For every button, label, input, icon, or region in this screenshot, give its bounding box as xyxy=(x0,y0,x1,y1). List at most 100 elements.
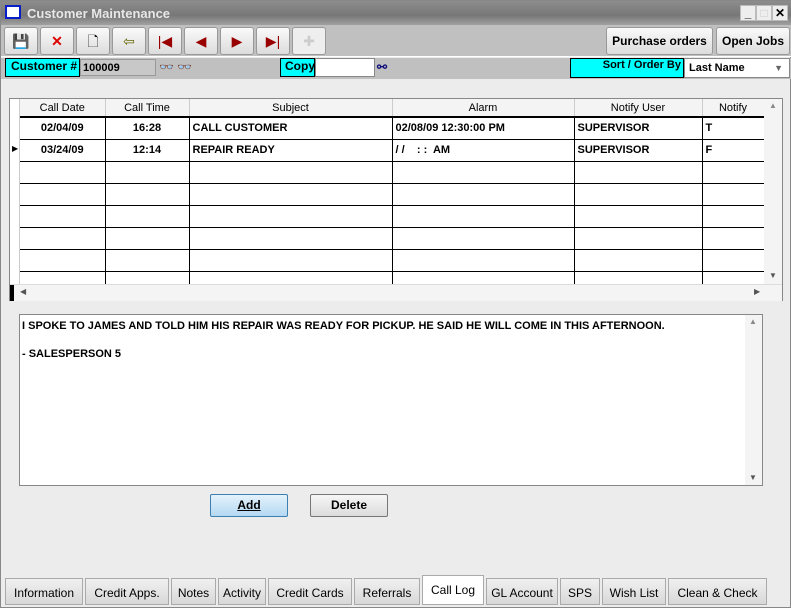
table-cell[interactable] xyxy=(574,227,703,250)
table-cell[interactable] xyxy=(189,183,393,206)
call-notes-textarea[interactable]: I SPOKE TO JAMES AND TOLD HIM HIS REPAIR… xyxy=(19,314,763,486)
table-cell[interactable] xyxy=(392,205,575,228)
scroll-down-icon[interactable]: ▼ xyxy=(769,271,777,280)
tab-information[interactable]: Information xyxy=(5,578,83,605)
table-cell[interactable] xyxy=(189,227,393,250)
tab-referrals[interactable]: Referrals xyxy=(354,578,420,605)
table-cell[interactable] xyxy=(574,205,703,228)
tab-wish-list[interactable]: Wish List xyxy=(602,578,666,605)
table-cell[interactable] xyxy=(189,161,393,184)
tab-call-log[interactable]: Call Log xyxy=(422,575,484,605)
table-cell[interactable]: 12:14 xyxy=(105,139,190,162)
scroll-up-icon[interactable]: ▲ xyxy=(749,317,757,326)
purchase-orders-button[interactable]: Purchase orders xyxy=(606,27,713,55)
scroll-up-icon[interactable]: ▲ xyxy=(769,101,777,110)
col-notify-user[interactable]: Notify User xyxy=(574,99,703,118)
table-cell[interactable] xyxy=(702,249,765,272)
table-row[interactable] xyxy=(20,183,765,206)
cancel-icon[interactable]: ✕ xyxy=(40,27,74,55)
tab-gl-account[interactable]: GL Account xyxy=(486,578,558,605)
table-cell[interactable] xyxy=(702,161,765,184)
table-cell[interactable] xyxy=(189,249,393,272)
exit-door-icon[interactable]: ⇦ xyxy=(112,27,146,55)
table-row[interactable] xyxy=(20,161,765,184)
table-cell[interactable] xyxy=(105,161,190,184)
table-cell[interactable] xyxy=(105,183,190,206)
first-record-icon[interactable]: |◀ xyxy=(148,27,182,55)
scroll-right-icon[interactable]: ▶ xyxy=(754,287,760,296)
table-cell[interactable] xyxy=(392,249,575,272)
tab-sps[interactable]: SPS xyxy=(560,578,600,605)
table-cell[interactable] xyxy=(574,249,703,272)
table-cell[interactable] xyxy=(105,249,190,272)
add-button[interactable]: Add xyxy=(210,494,288,517)
table-cell[interactable] xyxy=(20,161,106,184)
horizontal-scrollbar[interactable]: ◀ ▶ xyxy=(10,284,782,301)
copy-input[interactable] xyxy=(315,58,375,77)
table-cell[interactable] xyxy=(574,183,703,206)
table-cell[interactable]: 03/24/09 xyxy=(20,139,106,162)
previous-record-icon[interactable]: ◀ xyxy=(184,27,218,55)
minimize-button[interactable]: _ xyxy=(740,5,756,21)
table-cell[interactable]: SUPERVISOR xyxy=(574,139,703,162)
last-record-icon[interactable]: ▶| xyxy=(256,27,290,55)
table-cell[interactable] xyxy=(392,183,575,206)
table-cell[interactable] xyxy=(20,183,106,206)
table-cell[interactable]: 16:28 xyxy=(105,117,190,140)
col-notify[interactable]: Notify xyxy=(702,99,765,118)
open-jobs-button[interactable]: Open Jobs xyxy=(716,27,790,55)
add-record-icon[interactable]: ✚ xyxy=(292,27,326,55)
new-document-icon[interactable]: 🗋 xyxy=(76,27,110,55)
search-binoculars-icon[interactable]: 👓 xyxy=(159,60,174,74)
vertical-scrollbar[interactable]: ▲ ▼ xyxy=(764,99,782,284)
table-row[interactable]: 02/04/09 16:28 CALL CUSTOMER 02/08/09 12:30… xyxy=(20,117,765,140)
scroll-left-icon[interactable]: ◀ xyxy=(20,287,26,296)
table-cell[interactable]: / / : : AM xyxy=(392,139,575,162)
copy-search-binoculars-icon[interactable]: ⚯ xyxy=(377,60,387,74)
search-binoculars-icon-2[interactable]: 👓 xyxy=(177,60,192,74)
table-cell[interactable] xyxy=(702,205,765,228)
table-row[interactable] xyxy=(20,227,765,250)
table-cell[interactable]: CALL CUSTOMER xyxy=(189,117,393,140)
maximize-button[interactable]: □ xyxy=(756,5,772,21)
save-icon[interactable]: 💾 xyxy=(4,27,38,55)
table-row[interactable] xyxy=(20,249,765,272)
table-cell[interactable] xyxy=(702,227,765,250)
table-cell[interactable]: SUPERVISOR xyxy=(574,117,703,140)
table-row[interactable]: 03/24/09 12:14 REPAIR READY / / : : AM SUPER… xyxy=(20,139,765,162)
table-cell[interactable] xyxy=(20,227,106,250)
table-cell[interactable]: T xyxy=(702,117,765,140)
tab-credit-cards[interactable]: Credit Cards xyxy=(268,578,352,605)
customer-number-field[interactable]: 100009 xyxy=(80,59,156,76)
table-cell[interactable] xyxy=(189,205,393,228)
sort-label: Sort / Order By xyxy=(570,58,684,78)
col-alarm[interactable]: Alarm xyxy=(392,99,575,118)
scroll-down-icon[interactable]: ▼ xyxy=(749,473,757,482)
sort-order-dropdown[interactable]: Last Name ▼ xyxy=(684,58,790,78)
table-cell[interactable] xyxy=(392,227,575,250)
table-cell[interactable] xyxy=(20,249,106,272)
col-call-date[interactable]: Call Date xyxy=(20,99,106,118)
next-record-icon[interactable]: ▶ xyxy=(220,27,254,55)
col-call-time[interactable]: Call Time xyxy=(105,99,190,118)
table-cell[interactable] xyxy=(105,205,190,228)
table-cell[interactable]: F xyxy=(702,139,765,162)
table-cell[interactable] xyxy=(105,227,190,250)
table-cell[interactable] xyxy=(574,161,703,184)
table-cell[interactable] xyxy=(392,161,575,184)
notes-scrollbar[interactable]: ▲ ▼ xyxy=(745,315,762,485)
table-cell[interactable] xyxy=(20,205,106,228)
tab-credit-apps[interactable]: Credit Apps. xyxy=(85,578,169,605)
close-button[interactable]: ✕ xyxy=(772,5,788,21)
splitter-handle[interactable] xyxy=(10,285,14,301)
table-cell[interactable] xyxy=(702,183,765,206)
table-cell[interactable]: 02/04/09 xyxy=(20,117,106,140)
tab-notes[interactable]: Notes xyxy=(171,578,216,605)
col-subject[interactable]: Subject xyxy=(189,99,393,118)
table-cell[interactable]: 02/08/09 12:30:00 PM xyxy=(392,117,575,140)
tab-activity[interactable]: Activity xyxy=(218,578,266,605)
table-cell[interactable]: REPAIR READY xyxy=(189,139,393,162)
delete-button[interactable]: Delete xyxy=(310,494,388,517)
table-row[interactable] xyxy=(20,205,765,228)
tab-clean-check[interactable]: Clean & Check xyxy=(668,578,767,605)
